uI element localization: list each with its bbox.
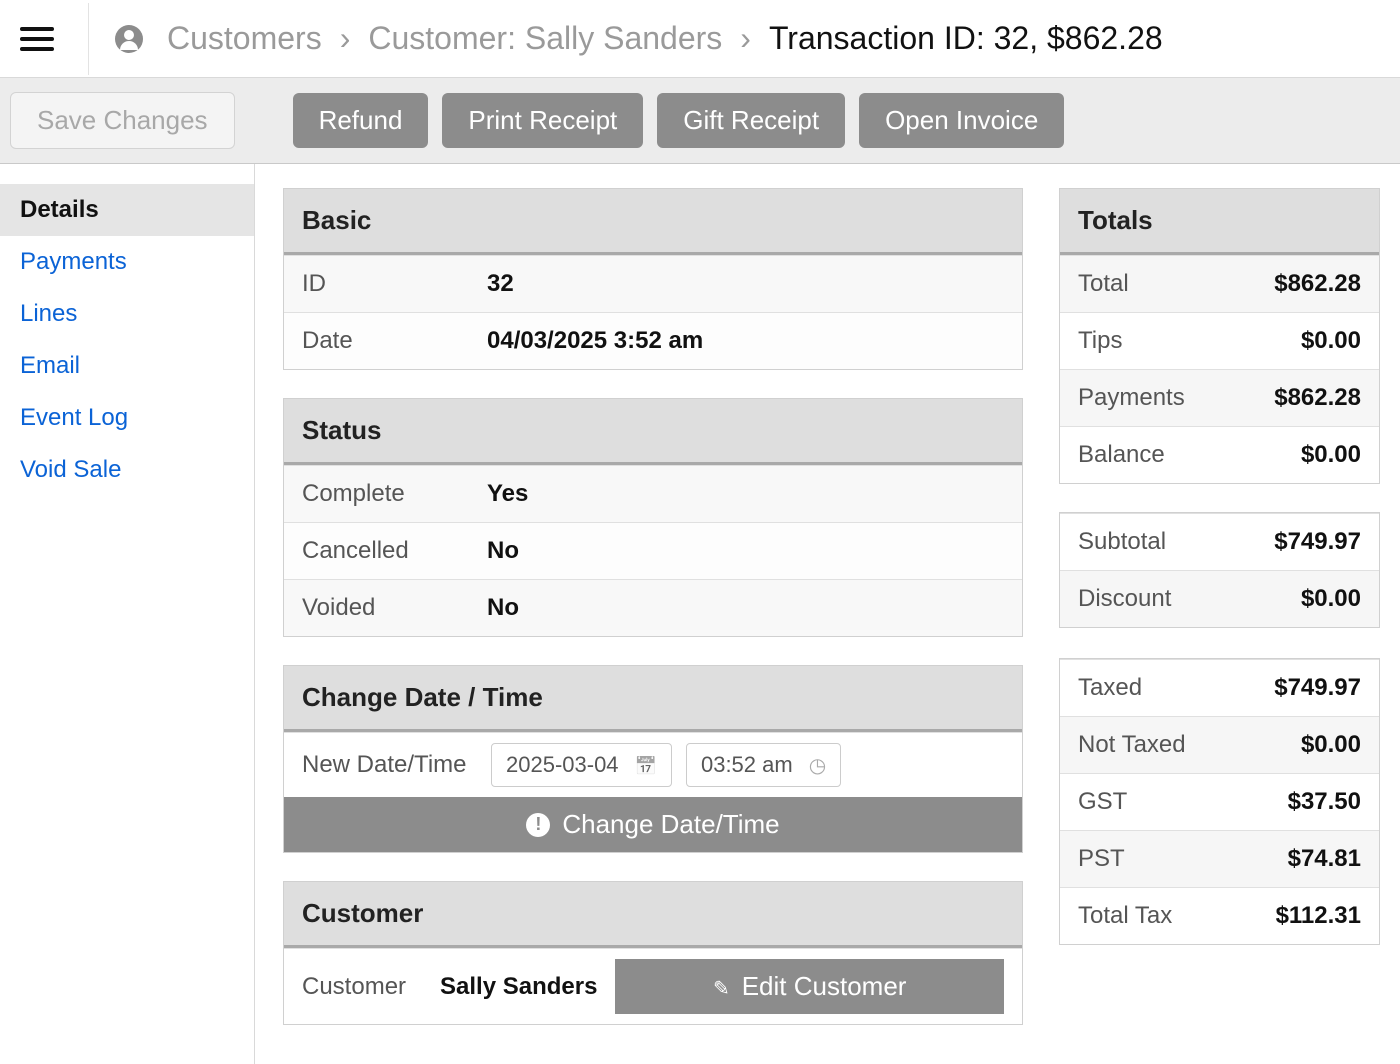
nottaxed-value: $0.00 xyxy=(1301,731,1361,759)
panel-customer: Customer Customer Sally Sanders Edit Cus… xyxy=(283,881,1023,1025)
clock-icon xyxy=(809,752,826,778)
basic-id-value: 32 xyxy=(487,270,514,298)
discount-row: Discount $0.00 xyxy=(1060,570,1379,627)
basic-date-value: 04/03/2025 3:52 am xyxy=(487,327,703,355)
sidebar: Details Payments Lines Email Event Log V… xyxy=(0,164,255,1064)
status-voided-label: Voided xyxy=(302,594,487,622)
change-datetime-row: New Date/Time 2025-03-04 03:52 am xyxy=(284,732,1022,797)
status-voided-value: No xyxy=(487,594,519,622)
balance-label: Balance xyxy=(1078,441,1165,469)
breadcrumb-current: Transaction ID: 32, $862.28 xyxy=(769,20,1163,57)
panel-basic: Basic ID 32 Date 04/03/2025 3:52 am xyxy=(283,188,1023,370)
status-cancelled-value: No xyxy=(487,537,519,565)
sidebar-item-event-log[interactable]: Event Log xyxy=(0,392,254,444)
save-changes-button: Save Changes xyxy=(10,92,235,149)
subtotal-label: Subtotal xyxy=(1078,528,1166,556)
exclamation-icon: ! xyxy=(526,813,550,837)
status-cancelled-label: Cancelled xyxy=(302,537,487,565)
refund-button[interactable]: Refund xyxy=(293,93,429,148)
total-label: Total xyxy=(1078,270,1129,298)
sidebar-item-void-sale[interactable]: Void Sale xyxy=(0,444,254,496)
subtotal-row: Subtotal $749.97 xyxy=(1060,513,1379,570)
chevron-right-icon: › xyxy=(340,20,351,57)
basic-id-row: ID 32 xyxy=(284,255,1022,312)
pencil-icon xyxy=(713,971,730,1002)
breadcrumb: Customers › Customer: Sally Sanders › Tr… xyxy=(167,20,1163,57)
new-date-input[interactable]: 2025-03-04 xyxy=(491,743,672,787)
total-row: Total $862.28 xyxy=(1060,255,1379,312)
new-date-value: 2025-03-04 xyxy=(506,752,619,778)
sidebar-item-lines[interactable]: Lines xyxy=(0,288,254,340)
subtotal-block: Subtotal $749.97 Discount $0.00 xyxy=(1059,512,1380,628)
tips-row: Tips $0.00 xyxy=(1060,312,1379,369)
panel-change-datetime-heading: Change Date / Time xyxy=(284,666,1022,732)
chevron-right-icon: › xyxy=(740,20,751,57)
basic-id-label: ID xyxy=(302,270,487,298)
totaltax-value: $112.31 xyxy=(1276,902,1361,930)
gst-row: GST $37.50 xyxy=(1060,773,1379,830)
payments-label: Payments xyxy=(1078,384,1185,412)
customer-name: Sally Sanders xyxy=(440,973,597,1001)
status-complete-label: Complete xyxy=(302,480,487,508)
status-complete-value: Yes xyxy=(487,480,528,508)
action-bar: Save Changes Refund Print Receipt Gift R… xyxy=(0,78,1400,164)
status-voided-row: Voided No xyxy=(284,579,1022,636)
edit-customer-button-label: Edit Customer xyxy=(742,971,907,1002)
subtotal-value: $749.97 xyxy=(1274,528,1361,556)
sidebar-item-details[interactable]: Details xyxy=(0,184,254,236)
gst-label: GST xyxy=(1078,788,1127,816)
payments-value: $862.28 xyxy=(1274,384,1361,412)
edit-customer-button[interactable]: Edit Customer xyxy=(615,959,1004,1014)
panel-totals: Totals Total $862.28 Tips $0.00 Payments… xyxy=(1059,188,1380,484)
balance-row: Balance $0.00 xyxy=(1060,426,1379,483)
total-value: $862.28 xyxy=(1274,270,1361,298)
panel-status: Status Complete Yes Cancelled No Voided … xyxy=(283,398,1023,637)
nottaxed-label: Not Taxed xyxy=(1078,731,1186,759)
print-receipt-button[interactable]: Print Receipt xyxy=(442,93,643,148)
payments-row: Payments $862.28 xyxy=(1060,369,1379,426)
hamburger-menu[interactable] xyxy=(20,19,60,59)
totaltax-label: Total Tax xyxy=(1078,902,1172,930)
taxed-label: Taxed xyxy=(1078,674,1142,702)
taxed-value: $749.97 xyxy=(1274,674,1361,702)
breadcrumb-customer[interactable]: Customer: Sally Sanders xyxy=(368,20,722,57)
panel-status-heading: Status xyxy=(284,399,1022,465)
tax-block: Taxed $749.97 Not Taxed $0.00 GST $37.50… xyxy=(1059,658,1380,945)
pst-label: PST xyxy=(1078,845,1125,873)
sidebar-item-payments[interactable]: Payments xyxy=(0,236,254,288)
tips-value: $0.00 xyxy=(1301,327,1361,355)
totaltax-row: Total Tax $112.31 xyxy=(1060,887,1379,944)
user-icon[interactable] xyxy=(115,25,143,53)
sidebar-item-email[interactable]: Email xyxy=(0,340,254,392)
panel-totals-heading: Totals xyxy=(1060,189,1379,255)
pst-row: PST $74.81 xyxy=(1060,830,1379,887)
new-time-input[interactable]: 03:52 am xyxy=(686,743,841,787)
new-datetime-label: New Date/Time xyxy=(302,751,477,779)
open-invoice-button[interactable]: Open Invoice xyxy=(859,93,1064,148)
taxed-row: Taxed $749.97 xyxy=(1060,659,1379,716)
panel-change-datetime: Change Date / Time New Date/Time 2025-03… xyxy=(283,665,1023,853)
panel-basic-heading: Basic xyxy=(284,189,1022,255)
breadcrumb-customers[interactable]: Customers xyxy=(167,20,322,57)
discount-value: $0.00 xyxy=(1301,585,1361,613)
gift-receipt-button[interactable]: Gift Receipt xyxy=(657,93,845,148)
discount-label: Discount xyxy=(1078,585,1171,613)
panel-customer-heading: Customer xyxy=(284,882,1022,948)
new-time-value: 03:52 am xyxy=(701,752,793,778)
gst-value: $37.50 xyxy=(1288,788,1361,816)
balance-value: $0.00 xyxy=(1301,441,1361,469)
calendar-icon xyxy=(635,752,657,778)
pst-value: $74.81 xyxy=(1288,845,1361,873)
basic-date-label: Date xyxy=(302,327,487,355)
customer-label: Customer xyxy=(302,973,422,1001)
topbar-divider xyxy=(88,3,89,75)
change-datetime-button-label: Change Date/Time xyxy=(562,809,779,840)
basic-date-row: Date 04/03/2025 3:52 am xyxy=(284,312,1022,369)
status-cancelled-row: Cancelled No xyxy=(284,522,1022,579)
change-datetime-button[interactable]: ! Change Date/Time xyxy=(284,797,1022,852)
status-complete-row: Complete Yes xyxy=(284,465,1022,522)
nottaxed-row: Not Taxed $0.00 xyxy=(1060,716,1379,773)
tips-label: Tips xyxy=(1078,327,1122,355)
